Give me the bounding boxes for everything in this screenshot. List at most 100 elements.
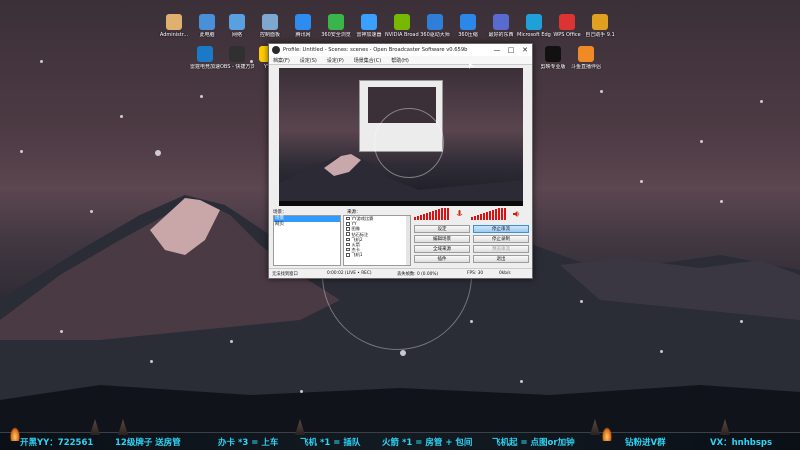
banner-yy-channel: 开黑YY：722561 — [20, 438, 94, 448]
desktop-icon[interactable]: 自己助手 9.1 — [583, 14, 617, 38]
desktop-icon-label: 360驱动大师 — [420, 32, 450, 38]
desktop-icon[interactable]: 360驱动大师 — [418, 14, 452, 38]
close-button[interactable]: ✕ — [520, 45, 530, 55]
desktop-icon[interactable]: Administr... — [157, 14, 191, 38]
speaker-icon[interactable] — [513, 210, 520, 218]
menu-settings[interactable]: 设定(S) — [300, 57, 317, 64]
status-message: 无法找到窗口 — [272, 272, 298, 277]
minimize-button[interactable]: — — [492, 45, 502, 55]
desktop-icon[interactable]: 360安全浏览 — [319, 14, 353, 38]
desktop-icon-label: 360压缩 — [458, 32, 478, 38]
obs-window[interactable]: Profile: Untitled - Scenes: scenes - Ope… — [268, 43, 533, 279]
desktop-icon-label: 剪映专业版 — [540, 64, 566, 70]
desktop-icon[interactable]: 雷神加速器 — [352, 14, 386, 38]
scenes-list[interactable]: 场景 网页 — [273, 215, 341, 266]
window-titlebar[interactable]: Profile: Untitled - Scenes: scenes - Ope… — [269, 44, 532, 56]
source-checkbox[interactable] — [346, 222, 350, 226]
assistant-icon — [592, 14, 608, 30]
mic-volume-meter[interactable] — [414, 208, 449, 220]
computer-icon — [199, 14, 215, 30]
desktop-icon[interactable]: Microsoft Edge — [517, 14, 551, 38]
desktop-icon-label: 最好的东西 — [488, 32, 514, 38]
desktop-icon-label: 控制面板 — [259, 32, 280, 38]
douyu-icon — [578, 46, 594, 62]
source-label: 飞机1 — [351, 252, 363, 258]
obs-app-icon — [272, 46, 280, 54]
stream-info-banner: 开黑YY：722561 12级牌子 送房管 办卡 *3 = 上车 飞机 *1 =… — [0, 419, 800, 450]
zip-icon — [460, 14, 476, 30]
desktop-icon-label: NVIDIA Broadcast — [385, 32, 419, 38]
desktop-icon[interactable]: 剪映专业版 — [536, 46, 570, 70]
desktop-icon[interactable]: NVIDIA Broadcast — [385, 14, 419, 38]
edit-scene-button[interactable]: 编辑场景 — [414, 235, 470, 243]
tencent-icon — [295, 14, 311, 30]
window-title: Profile: Untitled - Scenes: scenes - Ope… — [283, 47, 468, 53]
desktop-icon[interactable]: 雷霆电竞加速 — [188, 46, 222, 70]
desktop-icon-label: 网络 — [231, 32, 242, 38]
global-sources-button[interactable]: 全域来源 — [414, 245, 470, 253]
desktop-icon[interactable]: 网络 — [220, 14, 254, 38]
settings-button[interactable]: 设定 — [414, 225, 470, 233]
stop-stream-button[interactable]: 停止串流 — [473, 225, 529, 233]
microphone-icon[interactable] — [456, 210, 463, 218]
menu-profiles[interactable]: 设定(P) — [327, 57, 344, 64]
dropped-frames: 丢失帧数: 0 (0.00%) — [397, 272, 439, 277]
preview-stream-button[interactable]: 预览串流 — [473, 245, 529, 253]
desktop-icon[interactable]: 斗鱼直播伴侣 — [569, 46, 603, 70]
maximize-button[interactable]: □ — [506, 45, 516, 55]
torch-icon — [602, 427, 612, 441]
menu-scene-collection[interactable]: 场景集合(C) — [354, 57, 381, 64]
desktop-icon[interactable]: 腾讯网 — [286, 14, 320, 38]
accelerator-icon — [361, 14, 377, 30]
menu-help[interactable]: 帮助(H) — [391, 57, 409, 64]
source-checkbox[interactable] — [346, 216, 350, 221]
wps-icon — [559, 14, 575, 30]
app-icon — [166, 14, 182, 30]
desktop-icon[interactable]: WPS Office — [550, 14, 584, 38]
desktop-icon[interactable]: 360压缩 — [451, 14, 485, 38]
source-checkbox[interactable] — [346, 247, 350, 252]
obs-icon — [229, 46, 245, 62]
desktop-icon[interactable]: OBS - 快捷方式 — [220, 46, 254, 70]
desktop-icon-label: 斗鱼直播伴侣 — [570, 64, 601, 70]
desktop-icon-label: WPS Office — [553, 32, 581, 38]
desktop-icon-label: 雷霆电竞加速 — [189, 64, 220, 70]
desktop-icon-label: 自己助手 9.1 — [585, 32, 615, 38]
desktop-icon-label: 雷神加速器 — [356, 32, 382, 38]
game-accelerator-icon — [197, 46, 213, 62]
banner-card-offer: 办卡 *3 = 上车 — [218, 438, 279, 448]
scene-item[interactable]: 网页 — [274, 222, 340, 228]
network-icon — [229, 14, 245, 30]
exit-button[interactable]: 退出 — [473, 255, 529, 263]
desktop-icon-label: 360安全浏览 — [321, 32, 351, 38]
sources-list[interactable]: YY游戏比赛 YY 图像 钻石标注 飞机2 火箭 杰卡 飞机1 — [343, 215, 411, 266]
fps-readout: FPS: 30 — [467, 271, 484, 276]
menu-profile[interactable]: 档案(F) — [273, 57, 290, 64]
desktop-volume-meter[interactable] — [471, 208, 506, 220]
sources-scrollbar[interactable] — [406, 216, 410, 265]
banner-rocket-offer: 火箭 *1 = 房管 + 包间 — [382, 438, 473, 448]
source-checkbox[interactable] — [346, 253, 350, 257]
source-checkbox[interactable] — [346, 227, 350, 231]
stream-preview — [279, 68, 523, 206]
source-checkbox[interactable] — [346, 237, 350, 242]
desktop-icon[interactable]: 最好的东西 — [484, 14, 518, 38]
browser-icon — [328, 14, 344, 30]
banner-badge-offer: 12级牌子 送房管 — [115, 438, 181, 448]
plugins-button[interactable]: 插件 — [414, 255, 470, 263]
torch-icon — [10, 427, 20, 441]
control-panel-icon — [262, 14, 278, 30]
desktop-icon-label: Administr... — [159, 32, 189, 38]
banner-plane-offer: 飞机 *1 = 插队 — [300, 438, 361, 448]
capcut-icon — [545, 46, 561, 62]
source-checkbox[interactable] — [346, 242, 350, 247]
source-item[interactable]: 飞机1 — [344, 252, 410, 257]
desktop-icon[interactable]: 此电脑 — [190, 14, 224, 38]
desktop-icon-label: 此电脑 — [199, 32, 215, 38]
banner-vip-group: 钻粉进V群 — [625, 438, 666, 448]
status-bar: 无法找到窗口 0:00:02 (LIVE • REC) 丢失帧数: 0 (0.0… — [269, 268, 532, 278]
stop-record-button[interactable]: 停止录制 — [473, 235, 529, 243]
folder-icon — [493, 14, 509, 30]
desktop-icon[interactable]: 控制面板 — [253, 14, 287, 38]
source-checkbox[interactable] — [346, 232, 350, 236]
